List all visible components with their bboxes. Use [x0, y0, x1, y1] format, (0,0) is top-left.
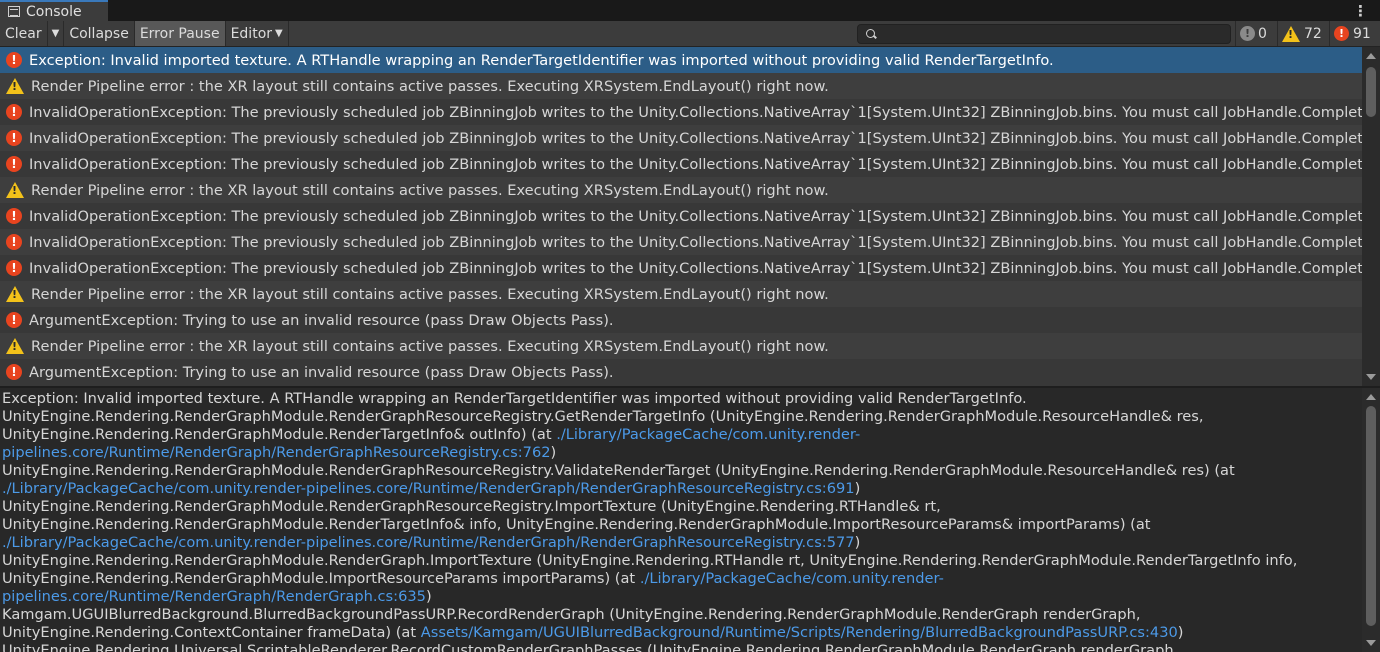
clear-button[interactable]: Clear — [0, 21, 48, 46]
console-icon — [8, 6, 20, 17]
scrollbar-thumb[interactable] — [1366, 67, 1376, 117]
error-count-toggle[interactable]: ! 91 — [1329, 21, 1380, 46]
log-message: InvalidOperationException: The previousl… — [29, 207, 1362, 225]
log-entry[interactable]: ! Exception: Invalid imported texture. A … — [0, 47, 1362, 73]
stack-frame: UnityEngine.Rendering.RenderGraphModule.… — [2, 408, 1362, 462]
stack-frame-text: UnityEngine.Rendering.Universal.Scriptab… — [2, 642, 1179, 652]
collapse-toggle[interactable]: Collapse — [64, 21, 135, 46]
stack-frame-suffix: ) — [854, 534, 861, 551]
error-icon: ! — [6, 312, 22, 328]
log-entry[interactable]: ! InvalidOperationException: The previous… — [0, 255, 1362, 281]
scroll-down-icon[interactable] — [1366, 640, 1376, 646]
error-icon: ! — [6, 364, 22, 380]
stack-frame: UnityEngine.Rendering.RenderGraphModule.… — [2, 462, 1362, 498]
editor-dropdown[interactable]: Editor ▼ — [226, 21, 289, 46]
chevron-down-icon: ▼ — [51, 28, 60, 39]
warning-icon — [6, 338, 24, 354]
detail-scrollbar[interactable] — [1362, 388, 1380, 652]
log-message: Render Pipeline error : the XR layout st… — [31, 337, 829, 355]
info-count-toggle[interactable]: ! 0 — [1235, 21, 1275, 46]
log-message: ArgumentException: Trying to use an inva… — [29, 363, 614, 381]
stack-frame-text: UnityEngine.Rendering.RenderGraphModule.… — [2, 498, 1151, 533]
log-entry[interactable]: ! InvalidOperationException: The previous… — [0, 229, 1362, 255]
log-message: Render Pipeline error : the XR layout st… — [31, 77, 829, 95]
warning-icon — [6, 286, 24, 302]
warning-count: 72 — [1304, 25, 1322, 42]
error-pause-toggle[interactable]: Error Pause — [134, 21, 226, 46]
log-entry[interactable]: ! InvalidOperationException: The previous… — [0, 151, 1362, 177]
error-icon: ! — [6, 104, 22, 120]
detail-message: Exception: Invalid imported texture. A R… — [2, 390, 1027, 407]
log-entry[interactable]: Render Pipeline error : the XR layout st… — [0, 333, 1362, 359]
log-entry[interactable]: Render Pipeline error : the XR layout st… — [0, 177, 1362, 203]
log-message: InvalidOperationException: The previousl… — [29, 129, 1362, 147]
scroll-up-icon[interactable] — [1366, 394, 1376, 400]
clear-options-dropdown[interactable]: ▼ — [48, 21, 65, 46]
log-message: InvalidOperationException: The previousl… — [29, 259, 1362, 277]
tab-title: Console — [26, 3, 82, 20]
log-list: ! Exception: Invalid imported texture. A … — [0, 47, 1362, 386]
tab-console[interactable]: Console — [0, 0, 108, 21]
stack-frame: UnityEngine.Rendering.RenderGraphModule.… — [2, 498, 1362, 552]
search-icon — [866, 29, 875, 38]
editor-label: Editor — [230, 25, 273, 42]
log-entry[interactable]: Render Pipeline error : the XR layout st… — [0, 73, 1362, 99]
stack-frame-text: UnityEngine.Rendering.RenderGraphModule.… — [2, 462, 1235, 479]
log-list-scrollbar[interactable] — [1362, 47, 1380, 386]
source-file-link[interactable]: ./Library/PackageCache/com.unity.render-… — [2, 534, 855, 551]
log-message: Render Pipeline error : the XR layout st… — [31, 181, 829, 199]
log-entry[interactable]: ! ArgumentException: Trying to use an inv… — [0, 359, 1362, 385]
log-entry[interactable]: ! InvalidOperationException: The previous… — [0, 125, 1362, 151]
stack-frame-suffix: ) — [854, 480, 861, 497]
error-icon: ! — [6, 130, 22, 146]
log-message: InvalidOperationException: The previousl… — [29, 103, 1362, 121]
error-count: 91 — [1353, 25, 1371, 42]
stack-frame-suffix: ) — [1177, 624, 1184, 641]
chevron-down-icon: ▼ — [275, 28, 283, 39]
warning-icon — [6, 78, 24, 94]
info-count: 0 — [1258, 25, 1267, 42]
scroll-down-icon[interactable] — [1366, 374, 1376, 380]
log-entry[interactable]: Render Pipeline error : the XR layout st… — [0, 281, 1362, 307]
scrollbar-thumb[interactable] — [1366, 406, 1376, 626]
error-icon: ! — [6, 52, 22, 68]
error-icon: ! — [6, 260, 22, 276]
tab-bar: Console ⋮ — [0, 0, 1380, 21]
search-input[interactable] — [857, 24, 1231, 44]
log-entry[interactable]: ! InvalidOperationException: The previous… — [0, 203, 1362, 229]
log-entry[interactable]: ! ArgumentException: Trying to use an inv… — [0, 307, 1362, 333]
source-file-link[interactable]: ./Library/PackageCache/com.unity.render-… — [2, 480, 855, 497]
log-message: InvalidOperationException: The previousl… — [29, 233, 1362, 251]
scroll-up-icon[interactable] — [1366, 53, 1376, 59]
warning-icon — [1282, 25, 1300, 42]
stack-frame: Kamgam.UGUIBlurredBackground.BlurredBack… — [2, 606, 1362, 642]
console-toolbar: Clear ▼ Collapse Error Pause Editor ▼ — [0, 21, 1380, 47]
info-icon: ! — [1240, 26, 1255, 41]
error-icon: ! — [1334, 26, 1349, 41]
stack-frame: UnityEngine.Rendering.Universal.Scriptab… — [2, 642, 1362, 652]
warning-count-toggle[interactable]: 72 — [1277, 21, 1327, 46]
error-icon: ! — [6, 156, 22, 172]
log-message: InvalidOperationException: The previousl… — [29, 155, 1362, 173]
stack-trace-panel: Exception: Invalid imported texture. A R… — [0, 388, 1362, 652]
stack-frame-suffix: ) — [425, 588, 432, 605]
more-options-icon[interactable]: ⋮ — [1353, 2, 1368, 20]
log-entry[interactable]: ! InvalidOperationException: The previous… — [0, 99, 1362, 125]
log-message: Exception: Invalid imported texture. A R… — [29, 51, 1054, 69]
source-file-link[interactable]: Assets/Kamgam/UGUIBlurredBackground/Runt… — [421, 624, 1178, 641]
error-icon: ! — [6, 208, 22, 224]
stack-frame-suffix: ) — [550, 444, 557, 461]
log-message: ArgumentException: Trying to use an inva… — [29, 311, 614, 329]
log-message: Render Pipeline error : the XR layout st… — [31, 285, 829, 303]
error-icon: ! — [6, 234, 22, 250]
warning-icon — [6, 182, 24, 198]
stack-frame: UnityEngine.Rendering.RenderGraphModule.… — [2, 552, 1362, 606]
